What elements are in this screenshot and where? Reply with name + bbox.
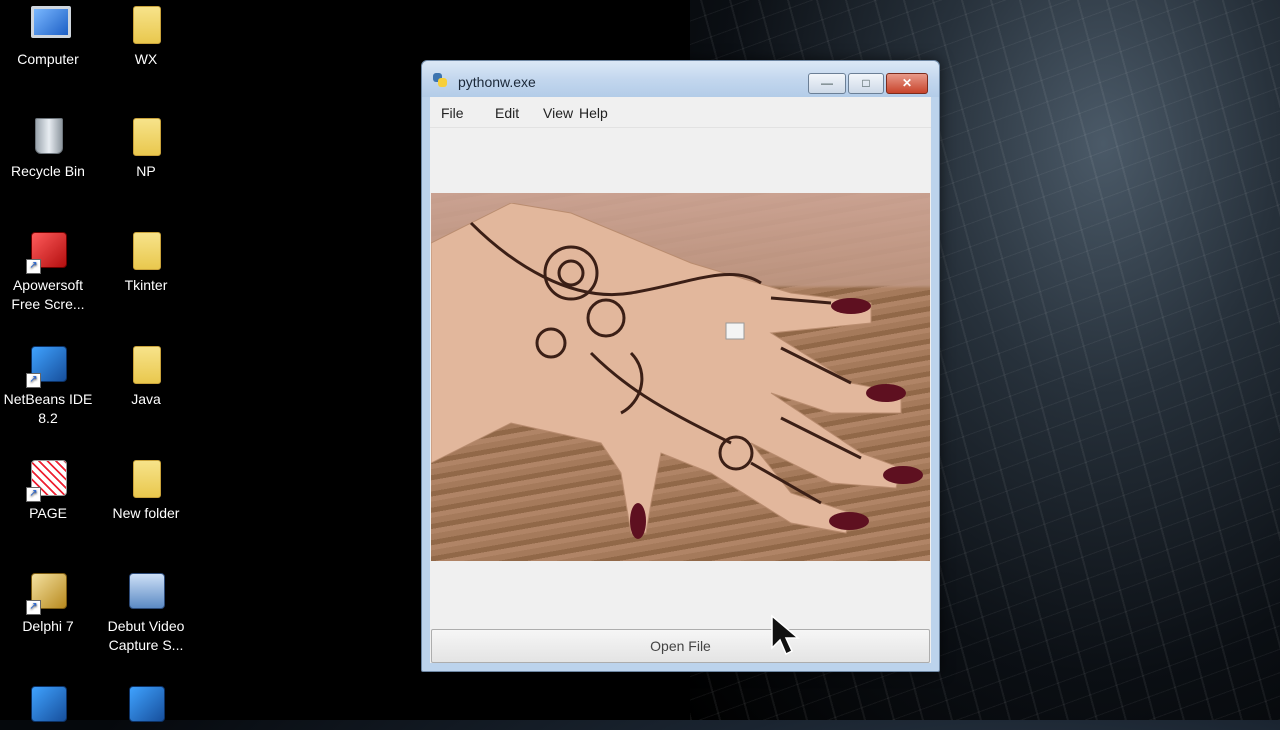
desktop-icon-delphi[interactable]: ↗ Delphi 7 (0, 573, 96, 636)
desktop-icon-label: Computer (17, 51, 79, 67)
open-file-button[interactable]: Open File (431, 629, 930, 663)
desktop-icon-label: Java (131, 391, 161, 407)
desktop-icon-label: New folder (112, 505, 180, 521)
window-client-area: File Edit View Help Open File (430, 97, 931, 663)
window-title: pythonw.exe (458, 74, 536, 90)
recycle-bin-icon (28, 118, 68, 158)
page-app-icon: ↗ (26, 460, 68, 502)
python-file-icon (28, 686, 68, 726)
maximize-button[interactable]: □ (848, 73, 884, 94)
desktop-icon-label: Recycle Bin (11, 163, 85, 179)
desktop-icon-python-2[interactable] (98, 686, 194, 730)
folder-icon (126, 232, 166, 272)
desktop-icon-page[interactable]: ↗ PAGE (0, 460, 96, 523)
folder-icon (126, 6, 166, 46)
app-window: pythonw.exe — □ ✕ File Edit View Help Op… (421, 60, 940, 672)
desktop-icon-label: Apowersoft Free Scre... (11, 277, 85, 312)
desktop-icon-label: Delphi 7 (22, 618, 74, 634)
debut-video-icon (126, 573, 166, 613)
desktop-icon-tkinter[interactable]: Tkinter (98, 232, 194, 295)
desktop-icon-label: NP (136, 163, 156, 179)
menu-file[interactable]: File (441, 105, 464, 121)
computer-icon (28, 6, 71, 46)
desktop-icon-label: PAGE (29, 505, 67, 521)
menu-help[interactable]: Help (579, 105, 608, 121)
apowersoft-icon: ↗ (26, 232, 68, 274)
desktop-icon-np[interactable]: NP (98, 118, 194, 181)
desktop-icon-java[interactable]: Java (98, 346, 194, 409)
loaded-image (431, 193, 930, 561)
menu-view[interactable]: View (543, 105, 573, 121)
desktop-icon-label: WX (134, 51, 158, 67)
close-button[interactable]: ✕ (886, 73, 928, 94)
menu-edit[interactable]: Edit (495, 105, 519, 121)
desktop-icon-python-1[interactable] (0, 686, 96, 730)
desktop-icon-recycle-bin[interactable]: Recycle Bin (0, 118, 96, 181)
folder-icon (126, 346, 166, 386)
minimize-button[interactable]: — (808, 73, 846, 94)
desktop-icon-label: NetBeans IDE 8.2 (3, 391, 93, 426)
netbeans-icon: ↗ (26, 346, 68, 388)
python-icon (432, 72, 448, 88)
desktop-icon-computer[interactable]: Computer (0, 6, 96, 69)
mouse-cursor-icon (771, 614, 801, 656)
folder-icon (126, 460, 166, 500)
desktop-icon-debut-video[interactable]: Debut Video Capture S... (98, 573, 194, 655)
desktop-icon-new-folder[interactable]: New folder (98, 460, 194, 523)
desktop-icon-label: Tkinter (124, 277, 168, 293)
desktop-icon-label: Debut Video Capture S... (107, 618, 185, 653)
desktop-icon-wx[interactable]: WX (98, 6, 194, 69)
window-titlebar[interactable]: pythonw.exe — □ ✕ (422, 61, 939, 97)
desktop-icon-netbeans[interactable]: ↗ NetBeans IDE 8.2 (0, 346, 96, 428)
desktop-icon-apowersoft[interactable]: ↗ Apowersoft Free Scre... (0, 232, 96, 314)
folder-icon (126, 118, 166, 158)
python-file-icon (126, 686, 166, 726)
menu-bar: File Edit View Help (430, 97, 931, 128)
delphi-icon: ↗ (26, 573, 68, 615)
henna-hand-photo-icon (431, 203, 923, 539)
